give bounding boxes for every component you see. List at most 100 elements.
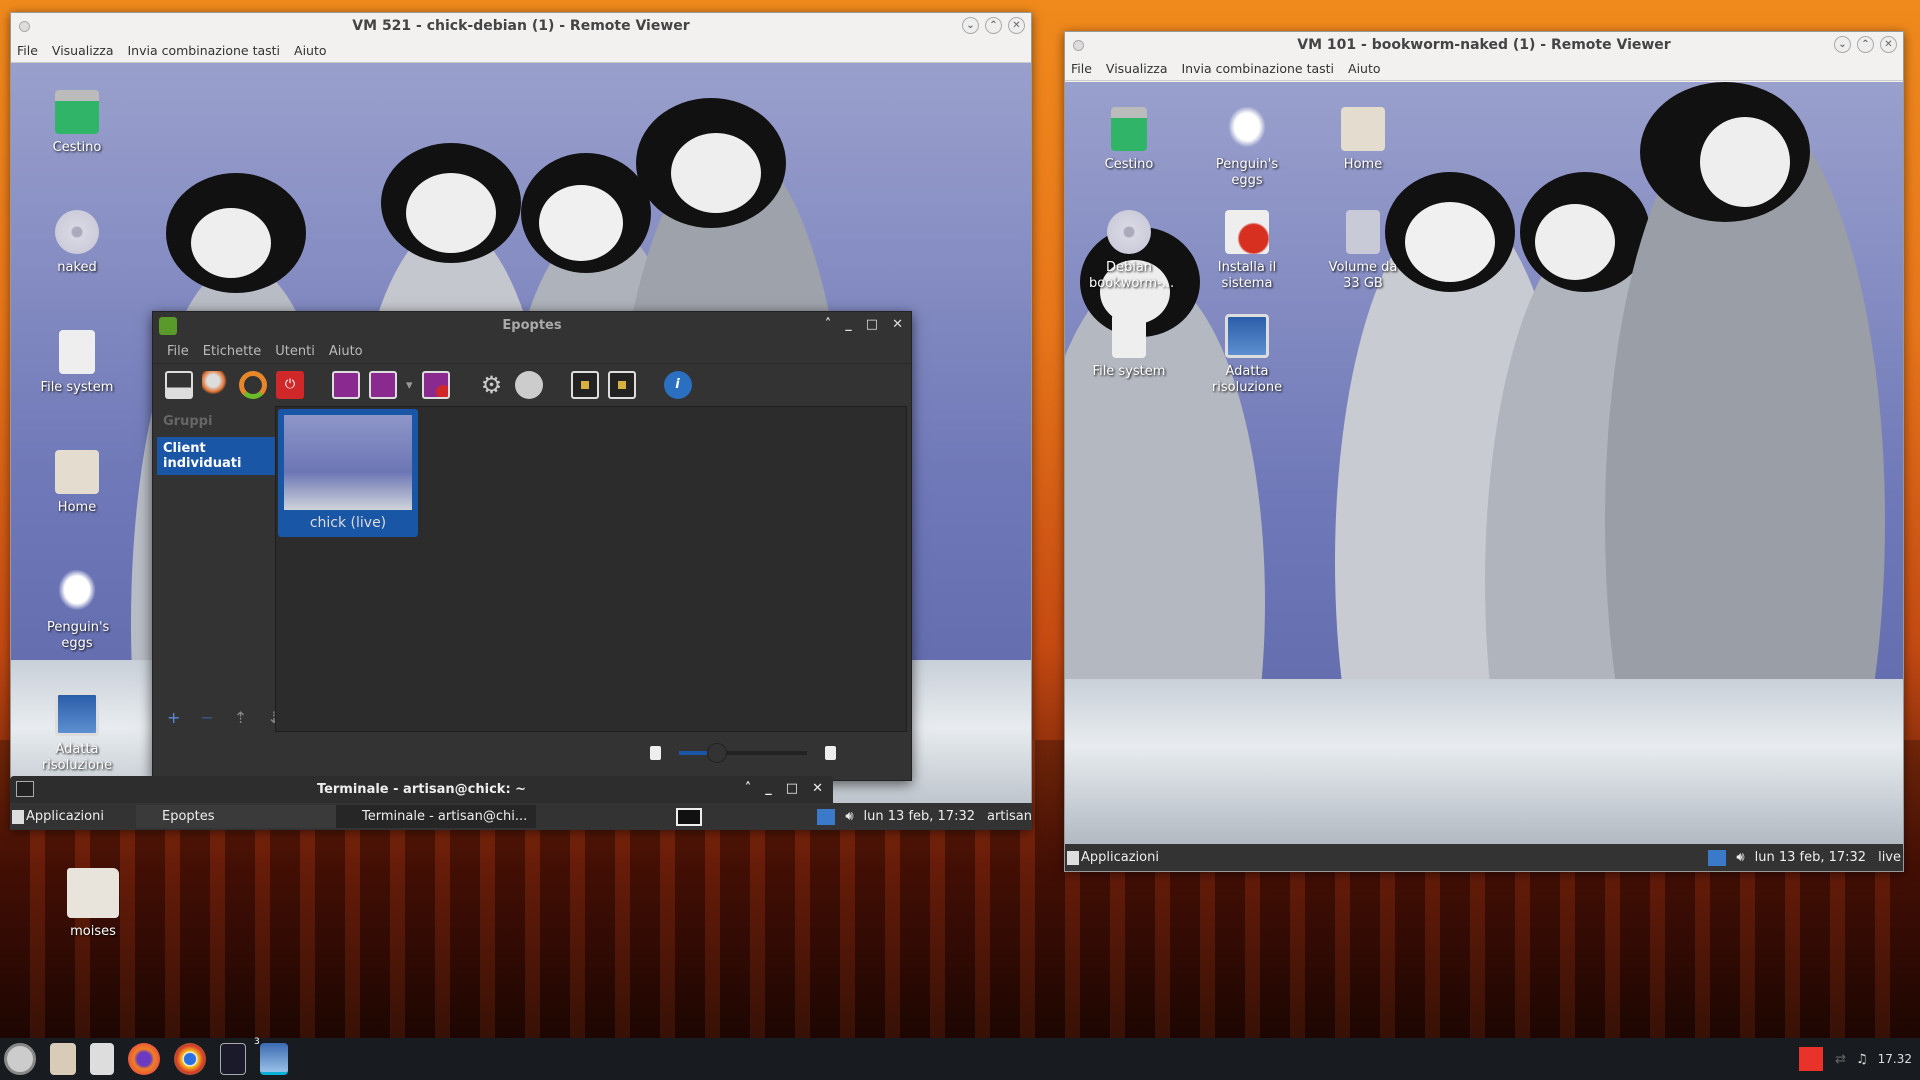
user-label[interactable]: live bbox=[1878, 850, 1901, 865]
menu-file[interactable]: File bbox=[17, 43, 38, 58]
menu-visualizza[interactable]: Visualizza bbox=[52, 43, 114, 58]
desktop-icon-debian-bookworm[interactable]: Debian bookworm-... bbox=[1074, 210, 1184, 292]
info-icon[interactable]: i bbox=[663, 371, 692, 399]
desktop-icon-penguins-eggs[interactable]: Penguin's eggs bbox=[1192, 107, 1302, 189]
zoom-slider[interactable] bbox=[679, 743, 807, 763]
desktop-icon-home[interactable]: Home bbox=[22, 450, 132, 516]
zoom-slider-handle[interactable] bbox=[707, 743, 728, 763]
menu-aiuto[interactable]: Aiuto bbox=[329, 344, 363, 359]
desktop-icon-volume-33gb[interactable]: Volume da 33 GB bbox=[1308, 210, 1418, 292]
menu-etichette[interactable]: Etichette bbox=[203, 344, 262, 359]
execute-icon[interactable]: ⚙ bbox=[478, 371, 506, 399]
reboot-icon[interactable] bbox=[239, 371, 267, 399]
task-epoptes[interactable]: Epoptes bbox=[136, 805, 336, 828]
groups-panel: Gruppi Client individuati + − ⇡ ⇣ bbox=[153, 406, 281, 734]
add-group-icon[interactable]: + bbox=[167, 708, 180, 727]
window-title: VM 101 - bookworm-naked (1) - Remote Vie… bbox=[1297, 36, 1671, 53]
file-manager-icon[interactable] bbox=[50, 1043, 76, 1075]
task-terminal[interactable]: Terminale - artisan@chi... bbox=[336, 805, 536, 828]
clock[interactable]: lun 13 feb, 17:32 bbox=[864, 809, 975, 824]
dropdown-icon[interactable]: ▾ bbox=[406, 378, 413, 393]
applications-menu[interactable]: Applicazioni bbox=[26, 809, 136, 824]
archive-icon[interactable] bbox=[90, 1043, 114, 1075]
remove-group-icon[interactable]: − bbox=[200, 708, 213, 727]
broadcast-screen-icon[interactable] bbox=[332, 371, 360, 399]
menu-aiuto[interactable]: Aiuto bbox=[294, 43, 327, 58]
installer-icon bbox=[1225, 210, 1269, 254]
terminal-icon[interactable] bbox=[220, 1043, 246, 1075]
menu-visualizza[interactable]: Visualizza bbox=[1106, 61, 1168, 76]
minimize-button[interactable]: ⌄ bbox=[962, 17, 979, 34]
minimize-button[interactable]: _ bbox=[765, 781, 772, 796]
desktop-icon-cestino[interactable]: Cestino bbox=[22, 90, 132, 156]
desktop-icon-penguins-eggs[interactable]: Penguin's eggs bbox=[22, 570, 132, 652]
zoom-out-icon[interactable] bbox=[650, 746, 661, 760]
maximize-button[interactable]: ⌃ bbox=[985, 17, 1002, 34]
firefox-icon[interactable] bbox=[128, 1043, 160, 1075]
send-message-icon[interactable] bbox=[514, 371, 543, 399]
network-off-icon[interactable]: ⇄ bbox=[1835, 1052, 1846, 1067]
eggs-icon bbox=[55, 570, 99, 614]
client-tile[interactable]: chick (live) bbox=[278, 409, 418, 537]
host-clock[interactable]: 17.32 bbox=[1878, 1052, 1912, 1066]
move-up-icon[interactable]: ⇡ bbox=[234, 708, 247, 727]
optical-disc-icon bbox=[55, 210, 99, 254]
remote-viewer-icon[interactable]: 3 bbox=[254, 1037, 288, 1075]
terminal-title: Terminale - artisan@chick: ~ bbox=[316, 782, 527, 797]
drive-icon bbox=[1346, 210, 1380, 254]
minimize-button[interactable]: _ bbox=[845, 317, 852, 332]
lock-screen-icon[interactable] bbox=[570, 371, 599, 399]
menu-file[interactable]: File bbox=[167, 344, 189, 359]
workspace-switcher[interactable] bbox=[676, 807, 702, 826]
terminal-window[interactable]: Terminale - artisan@chick: ~ ˄ _ □ ✕ bbox=[10, 776, 833, 803]
user-label[interactable]: artisan bbox=[987, 809, 1032, 824]
group-item-client-individuati[interactable]: Client individuati bbox=[157, 437, 275, 475]
minimize-button[interactable]: ⌄ bbox=[1834, 36, 1851, 53]
desktop-icon-naked[interactable]: naked bbox=[22, 210, 132, 276]
zoom-in-icon[interactable] bbox=[825, 746, 836, 760]
maximize-button[interactable]: □ bbox=[866, 317, 878, 332]
remote-assist-icon[interactable] bbox=[165, 371, 193, 399]
desktop-icon-installa-il-sistema[interactable]: Installa il sistema bbox=[1192, 210, 1302, 292]
menu-aiuto[interactable]: Aiuto bbox=[1348, 61, 1381, 76]
clock[interactable]: lun 13 feb, 17:32 bbox=[1755, 850, 1866, 865]
volume-icon[interactable]: 🔊︎ bbox=[845, 809, 853, 824]
menu-utenti[interactable]: Utenti bbox=[275, 344, 315, 359]
maximize-button[interactable]: ⌃ bbox=[1857, 36, 1874, 53]
desktop-icon-cestino[interactable]: Cestino bbox=[1074, 107, 1184, 173]
chrome-icon[interactable] bbox=[174, 1043, 206, 1075]
maximize-button[interactable]: □ bbox=[786, 781, 798, 796]
vm-left-taskbar: Applicazioni Epoptes Terminale - artisan… bbox=[10, 803, 1032, 830]
stop-broadcast-icon[interactable] bbox=[421, 371, 450, 399]
menu-invia-combinazione[interactable]: Invia combinazione tasti bbox=[128, 43, 281, 58]
shade-button[interactable]: ˄ bbox=[825, 317, 832, 332]
desktop-icon-adatta-risoluzione[interactable]: Adatta risoluzione bbox=[22, 692, 132, 774]
terminal-icon bbox=[16, 781, 34, 797]
close-button[interactable]: ✕ bbox=[892, 317, 903, 332]
login-user-icon[interactable] bbox=[202, 371, 230, 399]
shutdown-icon[interactable]: ⏻ bbox=[276, 371, 304, 399]
epoptes-window: Epoptes ˄ _ □ ✕ File Etichette Utenti Aiuto… bbox=[152, 311, 912, 781]
vm-right-taskbar: Applicazioni 🔊︎ lun 13 feb, 17:32 live bbox=[1065, 844, 1903, 871]
desktop-icon-file-system[interactable]: File system bbox=[22, 330, 132, 396]
desktop-icon-adatta-risoluzione[interactable]: Adatta risoluzione bbox=[1192, 314, 1302, 396]
close-button[interactable]: ✕ bbox=[812, 781, 823, 796]
desktop-icon-home[interactable]: Home bbox=[1308, 107, 1418, 173]
close-button[interactable]: ✕ bbox=[1880, 36, 1897, 53]
shade-button[interactable]: ˄ bbox=[745, 781, 752, 796]
applications-menu[interactable]: Applicazioni bbox=[1081, 850, 1159, 865]
menu-invia-combinazione[interactable]: Invia combinazione tasti bbox=[1182, 61, 1335, 76]
eggs-icon bbox=[1225, 107, 1269, 151]
epoptes-title: Epoptes bbox=[502, 318, 562, 333]
menu-file[interactable]: File bbox=[1071, 61, 1092, 76]
volume-icon[interactable]: 🔊︎ bbox=[1736, 850, 1744, 865]
desktop-icon-file-system[interactable]: File system bbox=[1074, 314, 1184, 380]
close-button[interactable]: ✕ bbox=[1008, 17, 1025, 34]
audio-icon[interactable]: ♫ bbox=[1856, 1052, 1868, 1067]
desktop-icon-moises[interactable]: moises bbox=[38, 868, 148, 940]
menu-icon[interactable] bbox=[4, 1043, 36, 1075]
broadcast-windowed-icon[interactable] bbox=[369, 371, 397, 399]
unlock-screen-icon[interactable] bbox=[607, 371, 636, 399]
anydesk-icon[interactable] bbox=[1799, 1047, 1824, 1071]
remote-viewer-window-right: VM 101 - bookworm-naked (1) - Remote Vie… bbox=[1064, 31, 1904, 872]
